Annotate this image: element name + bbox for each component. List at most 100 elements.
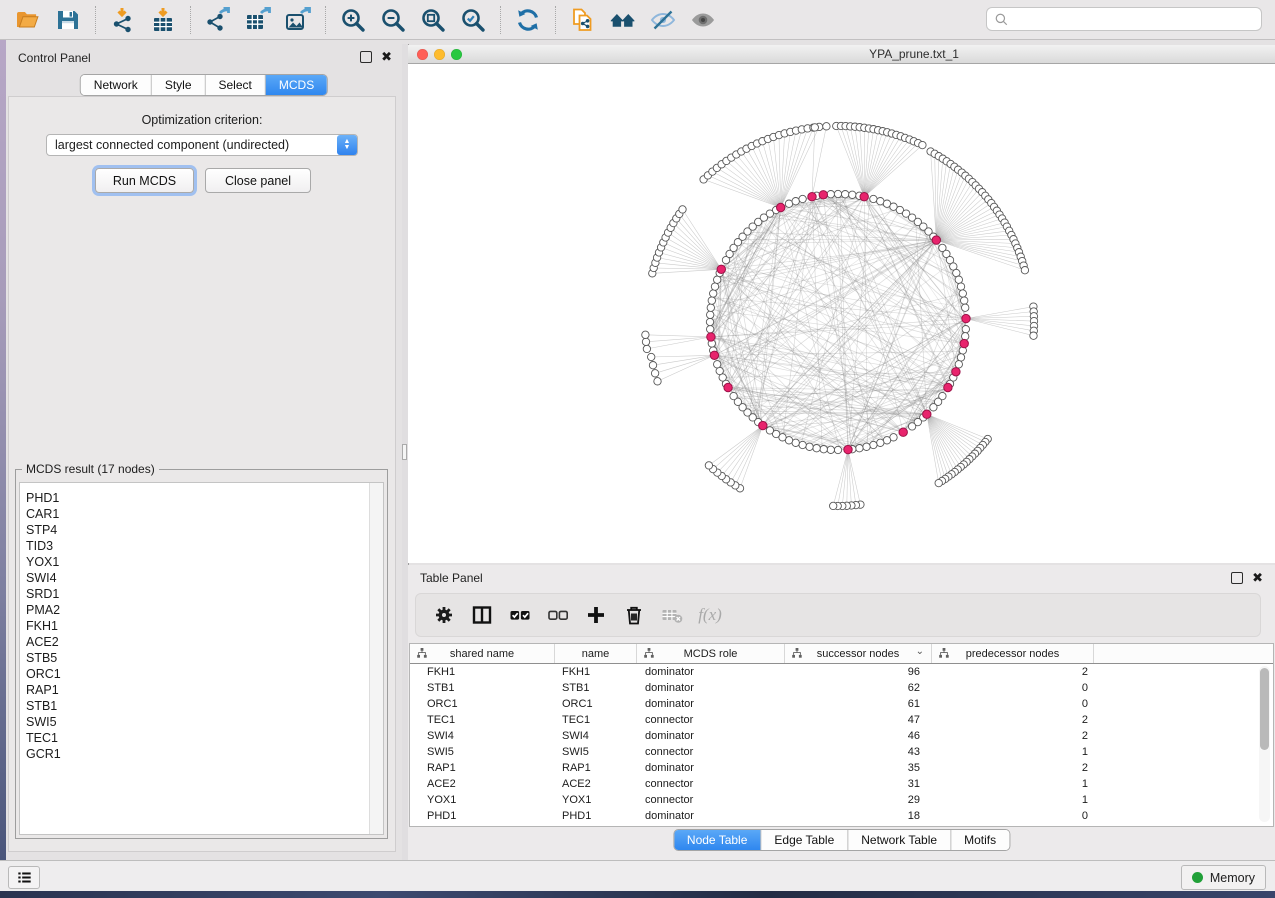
delete-column-icon[interactable] [622,603,646,627]
table-row[interactable]: SWI5SWI5connector431 [410,744,1273,760]
show-all-icon[interactable] [683,4,723,36]
duplicate-network-icon[interactable] [563,4,603,36]
control-panel-tabs: NetworkStyleSelectMCDS [80,74,328,96]
zoom-in-icon[interactable] [333,4,373,36]
network-canvas[interactable] [408,64,1275,563]
show-panels-button[interactable] [8,866,40,889]
table-panel-tabs: Node TableEdge TableNetwork TableMotifs [673,829,1010,851]
table-panel: Table Panel ✖ f(x) shared namenameMCDS r… [408,565,1275,860]
run-mcds-button[interactable]: Run MCDS [95,168,194,193]
shared-column-icon [417,648,427,658]
result-list-item[interactable]: TID3 [26,538,383,554]
refresh-icon[interactable] [508,4,548,36]
select-all-icon[interactable] [508,603,532,627]
column-header-successor-nodes[interactable]: successor nodes⌄ [785,644,932,663]
network-title: YPA_prune.txt_1 [869,47,959,61]
optimization-criterion-label: Optimization criterion: [9,113,395,127]
tab-select[interactable]: Select [206,75,266,95]
dropdown-stepper-icon: ▲▼ [337,135,357,155]
result-list-item[interactable]: PHD1 [26,490,383,506]
tab-network-table[interactable]: Network Table [848,830,951,850]
table-row[interactable]: STB1STB1dominator620 [410,680,1273,696]
float-panel-icon[interactable] [1231,572,1243,584]
hide-selected-icon[interactable] [643,4,683,36]
table-header-row: shared namenameMCDS rolesuccessor nodes⌄… [410,644,1273,664]
result-list-item[interactable]: SWI5 [26,714,383,730]
float-panel-icon[interactable] [360,51,372,63]
table-row[interactable]: TEC1TEC1connector472 [410,712,1273,728]
column-header-shared-name[interactable]: shared name [410,644,555,663]
column-header-name[interactable]: name [555,644,637,663]
mcds-result-groupbox: MCDS result (17 nodes) PHD1CAR1STP4TID3Y… [15,469,388,839]
result-list-item[interactable]: ACE2 [26,634,383,650]
table-scrollbar-thumb[interactable] [1260,668,1269,750]
network-window-titlebar: YPA_prune.txt_1 [408,45,1275,64]
tab-mcds[interactable]: MCDS [266,75,327,95]
save-icon[interactable] [48,4,88,36]
delete-table-icon [660,603,684,627]
import-table-icon[interactable] [143,4,183,36]
tab-style[interactable]: Style [152,75,206,95]
node-table: shared namenameMCDS rolesuccessor nodes⌄… [409,643,1274,827]
zoom-out-icon[interactable] [373,4,413,36]
deselect-all-icon[interactable] [546,603,570,627]
result-list-item[interactable]: SRD1 [26,586,383,602]
tab-motifs[interactable]: Motifs [951,830,1009,850]
result-list-item[interactable]: FKH1 [26,618,383,634]
maximize-traffic-light[interactable] [451,49,462,60]
result-list-item[interactable]: STB1 [26,698,383,714]
mcds-tab-content: Optimization criterion: largest connecte… [8,96,396,852]
result-list-item[interactable]: PMA2 [26,602,383,618]
table-scrollbar[interactable] [1259,666,1270,822]
result-list-item[interactable]: ORC1 [26,666,383,682]
close-panel-icon[interactable]: ✖ [381,52,392,62]
column-header-MCDS-role[interactable]: MCDS role [637,644,785,663]
table-row[interactable]: PHD1PHD1dominator180 [410,808,1273,824]
result-list-item[interactable]: TEC1 [26,730,383,746]
result-list-item[interactable]: YOX1 [26,554,383,570]
memory-button[interactable]: Memory [1181,865,1266,890]
zoom-fit-icon[interactable] [413,4,453,36]
result-list-item[interactable]: SWI4 [26,570,383,586]
zoom-selected-icon[interactable] [453,4,493,36]
main-toolbar [0,0,1275,40]
criterion-dropdown[interactable]: largest connected component (undirected)… [46,134,358,156]
result-list-scrollbar[interactable] [369,483,383,834]
tab-edge-table[interactable]: Edge Table [761,830,848,850]
result-list-item[interactable]: STB5 [26,650,383,666]
add-column-icon[interactable] [584,603,608,627]
result-list-item[interactable]: GCR1 [26,746,383,762]
close-panel-button[interactable]: Close panel [205,168,311,193]
network-view-window: YPA_prune.txt_1 [408,45,1275,563]
first-neighbors-icon[interactable] [603,4,643,36]
export-image-icon[interactable] [278,4,318,36]
result-list-item[interactable]: CAR1 [26,506,383,522]
table-row[interactable]: SWI4SWI4dominator462 [410,728,1273,744]
result-list-item[interactable]: RAP1 [26,682,383,698]
export-network-icon[interactable] [198,4,238,36]
toolbar-separator [325,6,326,34]
gear-icon[interactable] [432,603,456,627]
import-network-icon[interactable] [103,4,143,36]
column-split-icon[interactable] [470,603,494,627]
table-row[interactable]: RAP1RAP1dominator352 [410,760,1273,776]
result-list-item[interactable]: STP4 [26,522,383,538]
search-input[interactable] [1013,9,1261,29]
column-header-predecessor-nodes[interactable]: predecessor nodes [932,644,1094,663]
tab-node-table[interactable]: Node Table [674,830,762,850]
splitter-handle[interactable] [402,444,407,460]
close-traffic-light[interactable] [417,49,428,60]
export-table-icon[interactable] [238,4,278,36]
table-row[interactable]: ORC1ORC1dominator610 [410,696,1273,712]
table-row[interactable]: FKH1FKH1dominator962 [410,664,1273,680]
minimize-traffic-light[interactable] [434,49,445,60]
tab-network[interactable]: Network [81,75,152,95]
search-box[interactable] [986,7,1262,31]
shared-column-icon [792,648,802,658]
close-panel-icon[interactable]: ✖ [1252,573,1263,583]
toolbar-separator [190,6,191,34]
open-folder-icon[interactable] [8,4,48,36]
table-row[interactable]: YOX1YOX1connector291 [410,792,1273,808]
table-row[interactable]: ACE2ACE2connector311 [410,776,1273,792]
mcds-result-title: MCDS result (17 nodes) [22,462,159,476]
